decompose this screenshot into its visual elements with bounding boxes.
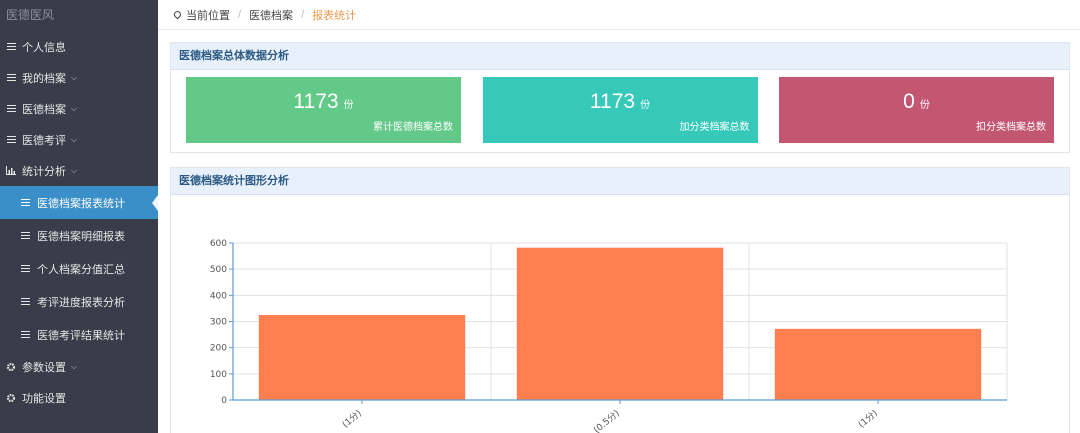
menu-lines-icon [21, 298, 31, 305]
chart-panel: 医德档案统计图形分析 0 100 200 300 400 500 600 (1分) (0.5分)… [170, 167, 1070, 433]
sidebar-subitem-label: 医德档案报表统计 [37, 197, 125, 210]
sidebar-item-label: 医德考评 [22, 134, 66, 147]
sidebar-subitem-progress-analysis[interactable]: 考评进度报表分析 [0, 285, 158, 318]
sidebar-item-label: 统计分析 [22, 165, 66, 178]
sidebar-item-ethics-evaluation[interactable]: 医德考评 ⌵ [0, 124, 158, 155]
breadcrumb-current: 报表统计 [312, 9, 357, 22]
menu-lines-icon [6, 74, 16, 81]
stat-card-deduct: 0份 扣分类档案总数 [779, 77, 1054, 143]
location-pin-icon [172, 9, 183, 20]
chart-panel-title: 医德档案统计图形分析 [171, 168, 1069, 195]
summary-panel-title: 医德档案总体数据分析 [171, 43, 1069, 70]
sidebar-subitem-detail-report[interactable]: 医德档案明细报表 [0, 219, 158, 252]
menu-lines-icon [21, 265, 31, 272]
y-tick-label: 400 [210, 291, 227, 301]
breadcrumb-prefix: 当前位置 [186, 9, 230, 22]
sidebar-subitem-report-stats[interactable]: 医德档案报表统计 [0, 186, 158, 219]
y-tick-label: 500 [210, 265, 227, 275]
sidebar-item-label: 我的档案 [22, 72, 66, 85]
menu-lines-icon [21, 331, 31, 338]
sidebar-subitem-label: 个人档案分值汇总 [37, 263, 125, 276]
stat-value: 1173 [293, 90, 339, 113]
breadcrumb-separator: / [238, 8, 242, 21]
sidebar-item-statistics[interactable]: 统计分析 ⌵ [0, 155, 158, 186]
sidebar-item-label: 医德档案 [22, 103, 66, 116]
bar [258, 314, 466, 400]
stat-card-total: 1173 份 累计医德档案总数 [186, 77, 461, 143]
breadcrumb: 当前位置 / 医德档案 / 报表统计 [158, 0, 1080, 30]
chevron-down-icon: ⌵ [71, 165, 78, 175]
y-tick-label: 200 [210, 344, 227, 354]
bar-chart: 0 100 200 300 400 500 600 (1分) (0.5分) (1分) [210, 239, 1008, 433]
stat-caption: 加分类档案总数 [679, 122, 750, 133]
x-tick-label: (0.5分) [592, 408, 622, 433]
x-tick-label: (1分) [856, 408, 880, 430]
stat-card-bonus: 1173 份 加分类档案总数 [482, 77, 758, 143]
sidebar-item-label: 个人信息 [22, 41, 66, 54]
menu-lines-icon [21, 232, 31, 239]
menu-lines-icon [21, 199, 31, 206]
y-tick-label: 100 [210, 370, 227, 380]
stat-unit: 份 [343, 100, 354, 111]
sidebar-subitem-label: 考评进度报表分析 [37, 296, 125, 309]
sidebar-item-functions[interactable]: 功能设置 [0, 382, 158, 413]
sidebar-subitem-score-summary[interactable]: 个人档案分值汇总 [0, 252, 158, 285]
sidebar: 医德医风 个人信息 我的档案 ⌵ 医德档案 ⌵ 医德考评 ⌵ 统计分析 ⌵ 医德… [0, 0, 158, 433]
content: 医德档案总体数据分析 1173 份 累计医德档案总数 1173 份 加分类档案总数 … [170, 42, 1070, 433]
stat-caption: 累计医德档案总数 [373, 122, 453, 133]
stat-cards: 1173 份 累计医德档案总数 1173 份 加分类档案总数 0份 扣分类档案总数 [171, 70, 1069, 152]
stat-unit: 份 [919, 100, 930, 111]
stat-value: 1173 [589, 90, 636, 113]
menu-lines-icon [6, 136, 16, 143]
app-brand: 医德医风 [6, 8, 55, 22]
menu-lines-icon [6, 105, 16, 112]
breadcrumb-separator: / [301, 8, 305, 21]
sidebar-subitem-result-stats[interactable]: 医德考评结果统计 [0, 318, 158, 351]
x-tick-label: (1分) [340, 408, 364, 430]
stat-unit: 份 [640, 100, 651, 111]
sidebar-item-label: 参数设置 [22, 361, 66, 374]
y-tick-label: 0 [221, 396, 227, 406]
breadcrumb-link[interactable]: 医德档案 [249, 7, 293, 23]
sidebar-subitem-label: 医德档案明细报表 [37, 230, 125, 243]
bar-chart-icon [6, 166, 16, 175]
sidebar-item-personal-info[interactable]: 个人信息 [0, 31, 158, 62]
gear-icon [6, 393, 16, 403]
summary-panel: 医德档案总体数据分析 1173 份 累计医德档案总数 1173 份 加分类档案总数 … [170, 42, 1070, 153]
chevron-down-icon: ⌵ [71, 134, 78, 144]
chevron-down-icon: ⌵ [71, 72, 78, 82]
main-area: 当前位置 / 医德档案 / 报表统计 医德档案总体数据分析 1173 份 累计医德… [158, 0, 1080, 433]
sidebar-item-ethics-archive[interactable]: 医德档案 ⌵ [0, 93, 158, 124]
sidebar-item-label: 功能设置 [22, 392, 66, 405]
gear-icon [6, 362, 16, 372]
bar [774, 328, 982, 400]
stat-value: 0 [903, 90, 915, 113]
stat-caption: 扣分类档案总数 [976, 122, 1046, 133]
menu-lines-icon [6, 43, 16, 50]
y-tick-label: 600 [210, 239, 227, 249]
chevron-down-icon: ⌵ [71, 361, 78, 371]
bar [516, 247, 724, 400]
y-tick-label: 300 [210, 318, 227, 328]
sidebar-item-params[interactable]: 参数设置 ⌵ [0, 351, 158, 382]
chevron-down-icon: ⌵ [71, 103, 78, 113]
sidebar-subitem-label: 医德考评结果统计 [37, 329, 125, 342]
sidebar-item-my-archive[interactable]: 我的档案 ⌵ [0, 62, 158, 93]
